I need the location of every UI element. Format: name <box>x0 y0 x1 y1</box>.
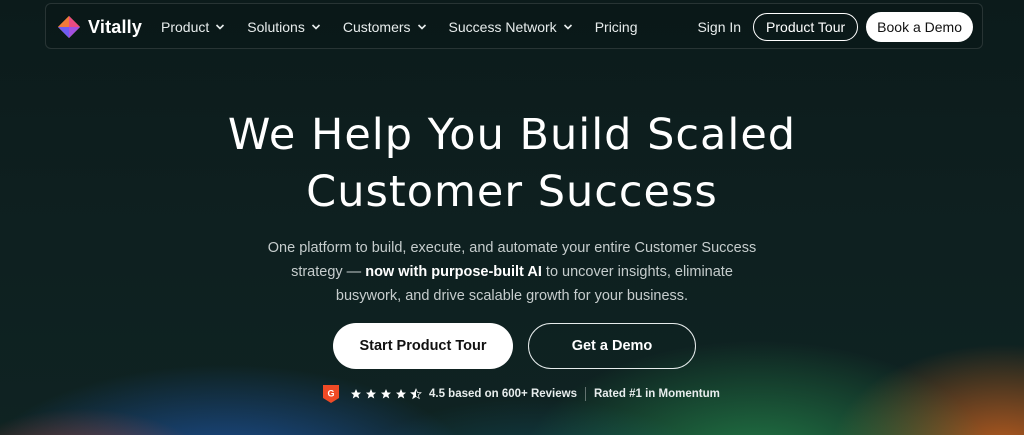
hero-subtitle-bold: now with purpose-built AI <box>365 264 542 280</box>
nav-menu: Product Solutions Customers Success Netw… <box>161 4 659 50</box>
star-rating <box>350 388 422 400</box>
hero-background <box>0 0 1024 435</box>
nav-item-customers[interactable]: Customers <box>343 19 427 35</box>
star-half-icon <box>410 388 422 400</box>
sign-in-link[interactable]: Sign In <box>697 19 741 35</box>
nav-item-label: Pricing <box>594 19 638 35</box>
momentum-text: Rated #1 in Momentum <box>593 388 720 400</box>
rating-row: G 4.5 based on 600+ Reviews Rated #1 in … <box>322 384 720 404</box>
hero-cta-row: Start Product Tour Get a Demo <box>333 323 696 369</box>
chevron-down-icon <box>563 24 572 30</box>
brand-logo[interactable]: Vitally <box>56 15 142 39</box>
nav-item-label: Product <box>161 19 210 35</box>
nav-item-label: Success Network <box>448 19 557 35</box>
rating-divider <box>584 387 586 401</box>
hero-headline-line1: We Help You Build Scaled <box>227 110 797 160</box>
nav-item-solutions[interactable]: Solutions <box>247 19 321 35</box>
nav-item-product[interactable]: Product <box>161 19 225 35</box>
reviews-text: 4.5 based on 600+ Reviews <box>429 388 577 400</box>
top-navbar: Vitally Product Solutions Customers Succ… <box>45 3 983 49</box>
nav-item-success-network[interactable]: Success Network <box>449 19 573 35</box>
hero-headline-line2: Customer Success <box>306 167 718 217</box>
chevron-down-icon <box>311 24 320 30</box>
star-icon <box>396 389 406 399</box>
start-product-tour-button[interactable]: Start Product Tour <box>333 323 513 369</box>
g2-icon: G <box>323 385 339 403</box>
chevron-down-icon <box>216 24 225 30</box>
star-icon <box>366 389 376 399</box>
star-icon <box>381 389 391 399</box>
nav-actions: Sign In Product Tour Book a Demo <box>697 4 973 50</box>
chevron-down-icon <box>417 24 426 30</box>
nav-item-label: Customers <box>342 19 411 35</box>
nav-item-pricing[interactable]: Pricing <box>595 19 638 35</box>
vitally-logo-icon <box>58 16 80 38</box>
nav-item-label: Solutions <box>247 19 305 35</box>
book-demo-button[interactable]: Book a Demo <box>866 12 973 42</box>
star-icon <box>351 389 361 399</box>
brand-name: Vitally <box>88 16 143 37</box>
hero-subtitle: One platform to build, execute, and auto… <box>262 236 762 308</box>
product-tour-button[interactable]: Product Tour <box>753 13 859 41</box>
svg-text:G: G <box>327 389 334 399</box>
get-demo-button[interactable]: Get a Demo <box>528 323 696 369</box>
